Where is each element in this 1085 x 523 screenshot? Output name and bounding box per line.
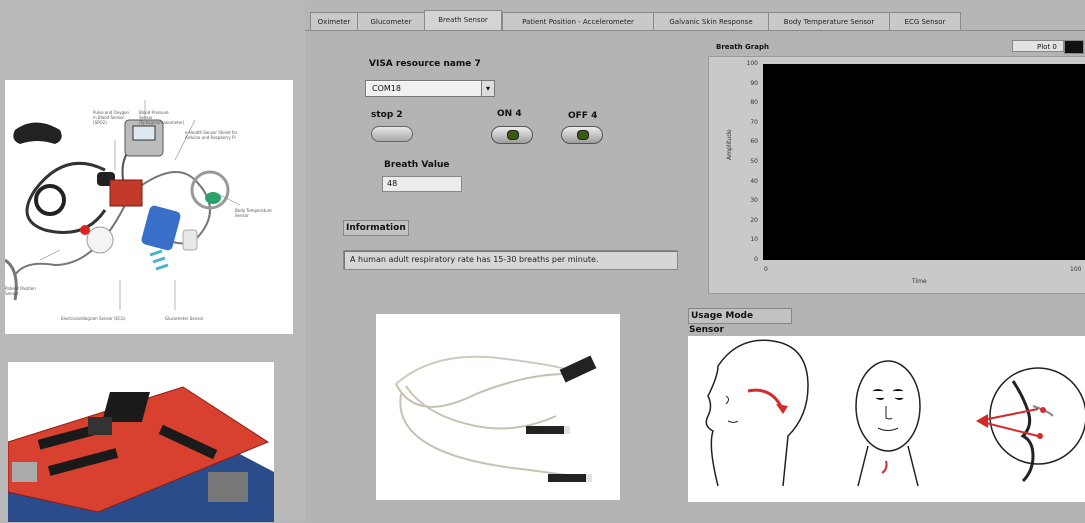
off-led-icon xyxy=(577,130,589,140)
tab-patient-position[interactable]: Patient Position - Accelerometer xyxy=(502,12,654,31)
information-text-box: A human adult respiratory rate has 15-30… xyxy=(343,250,678,270)
graph-x-tick: 100 xyxy=(1070,266,1082,273)
breath-sensor-photo xyxy=(376,314,620,500)
tab-bar: Oximeter Glucometer Breath Sensor Patien… xyxy=(305,0,1085,32)
breath-value-label: Breath Value xyxy=(384,160,450,170)
graph-y-tick: 70 xyxy=(750,118,758,126)
visa-resource-value: COM18 xyxy=(372,84,401,93)
usage-mode-label-box: Usage Mode Sensor xyxy=(688,308,792,335)
visa-resource-label: VISA resource name 7 xyxy=(369,59,481,69)
plot-legend-label: Plot 0 xyxy=(1037,43,1057,51)
off-label: OFF 4 xyxy=(568,111,598,121)
tab-body-temperature[interactable]: Body Temperature Sensor xyxy=(768,12,890,31)
graph-y-axis-label: Amplitude xyxy=(726,129,733,160)
graph-y-tick: 40 xyxy=(750,177,758,185)
graph-y-tick: 90 xyxy=(750,79,758,87)
plot-line-swatch-icon xyxy=(1064,40,1084,54)
stop-button[interactable] xyxy=(371,126,413,142)
breath-graph-plot-area[interactable] xyxy=(763,64,1085,260)
kit-label-bp: Blood Pressure Sensor (Sphygmomanometer) xyxy=(139,110,185,125)
on-label: ON 4 xyxy=(497,109,522,119)
plot-legend[interactable]: Plot 0 xyxy=(1012,40,1064,52)
on-button[interactable] xyxy=(491,126,533,144)
kit-label-shield: e-Health Sensor Shield for Arduino and R… xyxy=(185,130,238,140)
graph-y-tick: 50 xyxy=(750,158,758,165)
stop-label: stop 2 xyxy=(371,110,403,120)
ehealth-kit-photo: Pulse and Oxygen in Blood Sensor (SPO2) … xyxy=(5,80,293,334)
tab-glucometer[interactable]: Glucometer xyxy=(357,12,425,31)
graph-x-axis-label: Time xyxy=(912,278,927,285)
shield-board-photo xyxy=(8,362,274,522)
information-label-box: Information xyxy=(343,220,409,236)
kit-label-position: Patient Position Sensor xyxy=(5,286,36,296)
kit-label-temp: Body Temperature Sensor xyxy=(235,208,272,218)
kit-label-ecg: Electrocardiogram Sensor (ECG) xyxy=(61,316,126,321)
usage-mode-illustration xyxy=(688,336,1085,502)
graph-y-tick: 80 xyxy=(750,99,758,107)
tab-oximeter[interactable]: Oximeter xyxy=(310,12,358,31)
tab-breath-sensor[interactable]: Breath Sensor xyxy=(424,10,502,32)
graph-y-tick: 20 xyxy=(750,216,758,224)
tab-ecg-sensor[interactable]: ECG Sensor xyxy=(889,12,961,31)
visa-resource-select[interactable]: COM18 ▾ xyxy=(365,80,495,97)
graph-y-tick: 0 xyxy=(754,256,758,263)
kit-label-glucometer: Glucometer Sensor xyxy=(165,316,204,321)
information-label: Information xyxy=(346,223,406,233)
kit-label-spo2: Pulse and Oxygen in Blood Sensor (SPO2) xyxy=(93,110,130,125)
off-button[interactable] xyxy=(561,126,603,144)
graph-y-tick: 10 xyxy=(750,236,758,244)
graph-y-tick: 100 xyxy=(746,60,758,67)
on-led-icon xyxy=(507,130,519,140)
dropdown-arrow-icon[interactable]: ▾ xyxy=(481,81,494,96)
breath-graph-title: Breath Graph xyxy=(716,43,769,51)
tab-galvanic-skin[interactable]: Galvanic Skin Response xyxy=(653,12,769,31)
graph-y-tick: 60 xyxy=(750,138,758,146)
breath-value-indicator: 48 xyxy=(382,176,462,192)
graph-x-tick: 0 xyxy=(764,266,768,273)
graph-y-tick: 30 xyxy=(750,197,758,205)
left-image-panel: Pulse and Oxygen in Blood Sensor (SPO2) … xyxy=(0,0,305,522)
